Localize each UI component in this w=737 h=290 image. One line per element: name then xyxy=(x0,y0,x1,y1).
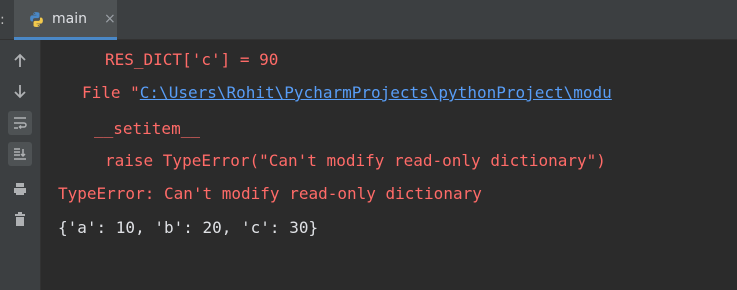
close-icon[interactable]: × xyxy=(104,11,116,27)
traceback-raise-line: raise TypeError("Can't modify read-only … xyxy=(105,151,606,170)
soft-wrap-button[interactable] xyxy=(8,111,32,135)
traceback-function-line: __setitem__ xyxy=(94,119,200,138)
console-toolbar xyxy=(0,40,41,290)
output-line: {'a': 10, 'b': 20, 'c': 30} xyxy=(58,218,319,237)
file-path-link[interactable]: C:\Users\Rohit\PycharmProjects\pythonPro… xyxy=(140,83,612,102)
scroll-to-end-button[interactable] xyxy=(8,142,32,166)
soft-wrap-icon xyxy=(14,117,27,130)
console-output: RES_DICT['c'] = 90 File "C:\Users\Rohit\… xyxy=(41,40,737,290)
traceback-file-line: File "C:\Users\Rohit\PycharmProjects\pyt… xyxy=(82,83,612,103)
traceback-line: RES_DICT['c'] = 90 xyxy=(105,50,279,69)
print-button[interactable] xyxy=(8,177,32,201)
tab-main[interactable]: main × xyxy=(14,0,117,40)
scroll-to-end-icon xyxy=(14,148,26,160)
print-icon xyxy=(14,183,26,195)
arrow-up-icon xyxy=(14,53,26,67)
clear-button[interactable] xyxy=(8,207,32,231)
tab-main-label: main xyxy=(52,11,87,27)
arrow-down-icon xyxy=(14,85,26,99)
up-button[interactable] xyxy=(8,49,32,73)
error-message-line: TypeError: Can't modify read-only dictio… xyxy=(58,184,482,203)
file-prefix: File " xyxy=(82,83,140,102)
down-button[interactable] xyxy=(8,79,32,103)
run-tab-bar: : main × xyxy=(0,0,737,40)
python-icon xyxy=(30,12,43,27)
tab-bar-prefix: : xyxy=(0,12,5,28)
trash-icon xyxy=(15,212,25,226)
